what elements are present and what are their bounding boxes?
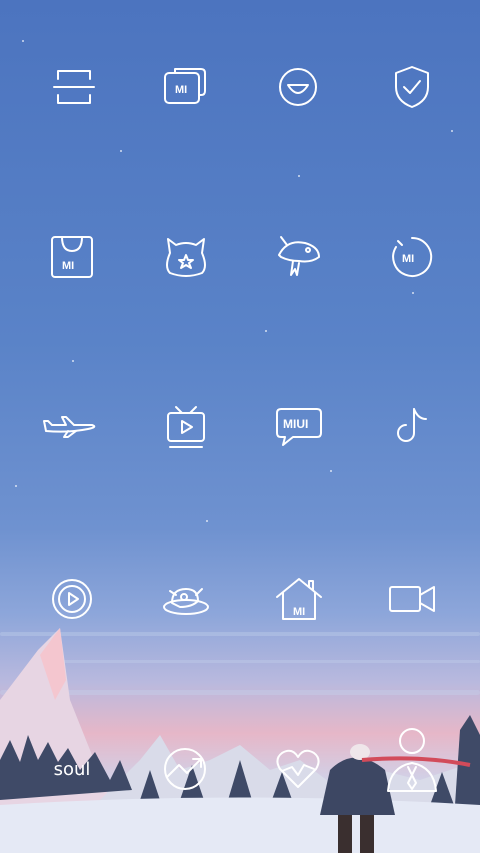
app-scanner[interactable] [42, 55, 106, 119]
shopping-bag-icon: MI [51, 236, 93, 278]
app-jd-shopping[interactable] [267, 225, 331, 289]
svg-text:MI: MI [402, 253, 414, 265]
app-music-player[interactable] [40, 567, 104, 631]
app-miui-forum[interactable]: MIUI [267, 395, 331, 459]
mi-ring-icon: MI [392, 236, 433, 277]
scanner-icon [53, 70, 95, 104]
mi-bunny-icon [166, 238, 206, 277]
dock-app-health[interactable] [266, 737, 330, 801]
fish-icon [278, 236, 320, 276]
dock-app-soul[interactable]: soul [40, 737, 104, 801]
trend-chart-icon [164, 748, 206, 790]
dock-app-contacts[interactable] [380, 728, 444, 801]
app-mi-video[interactable] [154, 395, 218, 459]
play-circle-icon [52, 579, 92, 619]
dock-app-trend[interactable] [153, 737, 217, 801]
camcorder-icon [389, 586, 435, 612]
smile-icon [279, 68, 317, 106]
shield-check-icon [395, 66, 429, 108]
tiktok-icon [397, 408, 427, 442]
roast-chicken-icon [163, 588, 209, 615]
airplane-icon [43, 416, 96, 438]
app-mi-wallet[interactable]: MI [153, 55, 217, 119]
app-flights[interactable] [40, 395, 104, 459]
app-video-call[interactable] [380, 567, 444, 631]
app-mi-store[interactable]: MI [40, 225, 104, 289]
wallet-icon: MI [164, 68, 206, 104]
svg-text:MI: MI [293, 606, 305, 618]
app-mi-community[interactable] [154, 225, 218, 289]
app-security[interactable] [380, 55, 444, 119]
tv-play-icon [167, 406, 205, 448]
svg-text:MIUI: MIUI [283, 417, 308, 431]
app-food[interactable] [154, 567, 218, 631]
house-icon: MI [276, 578, 322, 620]
svg-text:MI: MI [175, 84, 187, 96]
heart-pulse-icon [276, 749, 320, 788]
app-mi-fit[interactable]: MI [380, 225, 444, 289]
app-mi-home[interactable]: MI [267, 567, 331, 631]
miui-bubble-icon: MIUI [276, 408, 322, 446]
svg-text:MI: MI [62, 260, 74, 272]
person-tie-icon [387, 728, 437, 792]
soul-label: soul [53, 758, 91, 780]
app-smile[interactable] [266, 55, 330, 119]
home-screen-grid: MI MI MI MIUI MI soul [0, 0, 480, 853]
app-tiktok[interactable] [380, 395, 444, 459]
